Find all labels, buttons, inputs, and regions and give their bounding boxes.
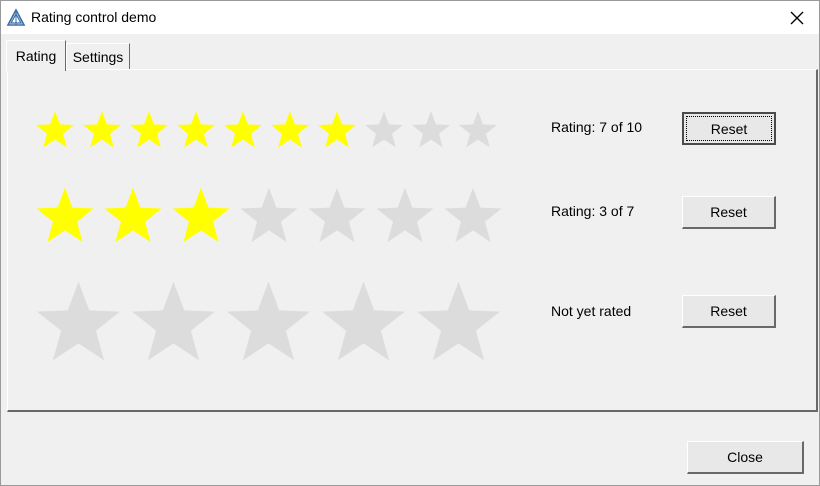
- star-empty-icon[interactable]: [443, 186, 503, 246]
- rating-label-2: Rating: 3 of 7: [551, 203, 635, 219]
- rating-control-5[interactable]: [35, 279, 502, 366]
- app-window: Rating control demo Rating Settings Rati…: [0, 0, 820, 486]
- star-empty-icon[interactable]: [411, 110, 451, 150]
- title-bar: Rating control demo: [1, 1, 819, 34]
- star-empty-icon[interactable]: [130, 279, 217, 366]
- star-empty-icon[interactable]: [225, 279, 312, 366]
- rating-control-10[interactable]: [35, 110, 498, 150]
- rating-tab-panel: Rating: 7 of 10 Reset Rating: 3 of 7 Res…: [7, 69, 818, 412]
- star-filled-icon[interactable]: [223, 110, 263, 150]
- star-filled-icon[interactable]: [35, 186, 95, 246]
- reset-button-2-label: Reset: [710, 204, 747, 220]
- star-empty-icon[interactable]: [320, 279, 407, 366]
- star-empty-icon[interactable]: [35, 279, 122, 366]
- reset-button-1-label: Reset: [710, 120, 748, 137]
- close-button-label: Close: [727, 449, 763, 465]
- app-logo-icon: [6, 8, 26, 26]
- tab-settings[interactable]: Settings: [66, 43, 130, 70]
- reset-button-3-label: Reset: [710, 303, 747, 319]
- close-icon: [790, 11, 804, 24]
- star-empty-icon[interactable]: [307, 186, 367, 246]
- reset-button-3[interactable]: Reset: [682, 295, 776, 328]
- star-filled-icon[interactable]: [317, 110, 357, 150]
- tab-rating[interactable]: Rating: [6, 40, 66, 71]
- rating-label-1: Rating: 7 of 10: [551, 119, 643, 135]
- star-filled-icon[interactable]: [176, 110, 216, 150]
- rating-control-7[interactable]: [35, 186, 503, 246]
- window-close-button[interactable]: [775, 1, 819, 34]
- star-filled-icon[interactable]: [103, 186, 163, 246]
- star-filled-icon[interactable]: [129, 110, 169, 150]
- star-filled-icon[interactable]: [171, 186, 231, 246]
- star-empty-icon[interactable]: [458, 110, 498, 150]
- rating-label-3: Not yet rated: [551, 303, 632, 319]
- window-title: Rating control demo: [31, 9, 157, 25]
- star-filled-icon[interactable]: [35, 110, 75, 150]
- star-empty-icon[interactable]: [239, 186, 299, 246]
- star-filled-icon[interactable]: [270, 110, 310, 150]
- close-button[interactable]: Close: [687, 441, 804, 474]
- tab-settings-label: Settings: [72, 49, 124, 65]
- star-empty-icon[interactable]: [364, 110, 404, 150]
- star-filled-icon[interactable]: [82, 110, 122, 150]
- tab-rating-label: Rating: [15, 48, 57, 64]
- reset-button-1[interactable]: Reset: [682, 112, 776, 145]
- reset-button-2[interactable]: Reset: [682, 196, 776, 229]
- star-empty-icon[interactable]: [375, 186, 435, 246]
- star-empty-icon[interactable]: [415, 279, 502, 366]
